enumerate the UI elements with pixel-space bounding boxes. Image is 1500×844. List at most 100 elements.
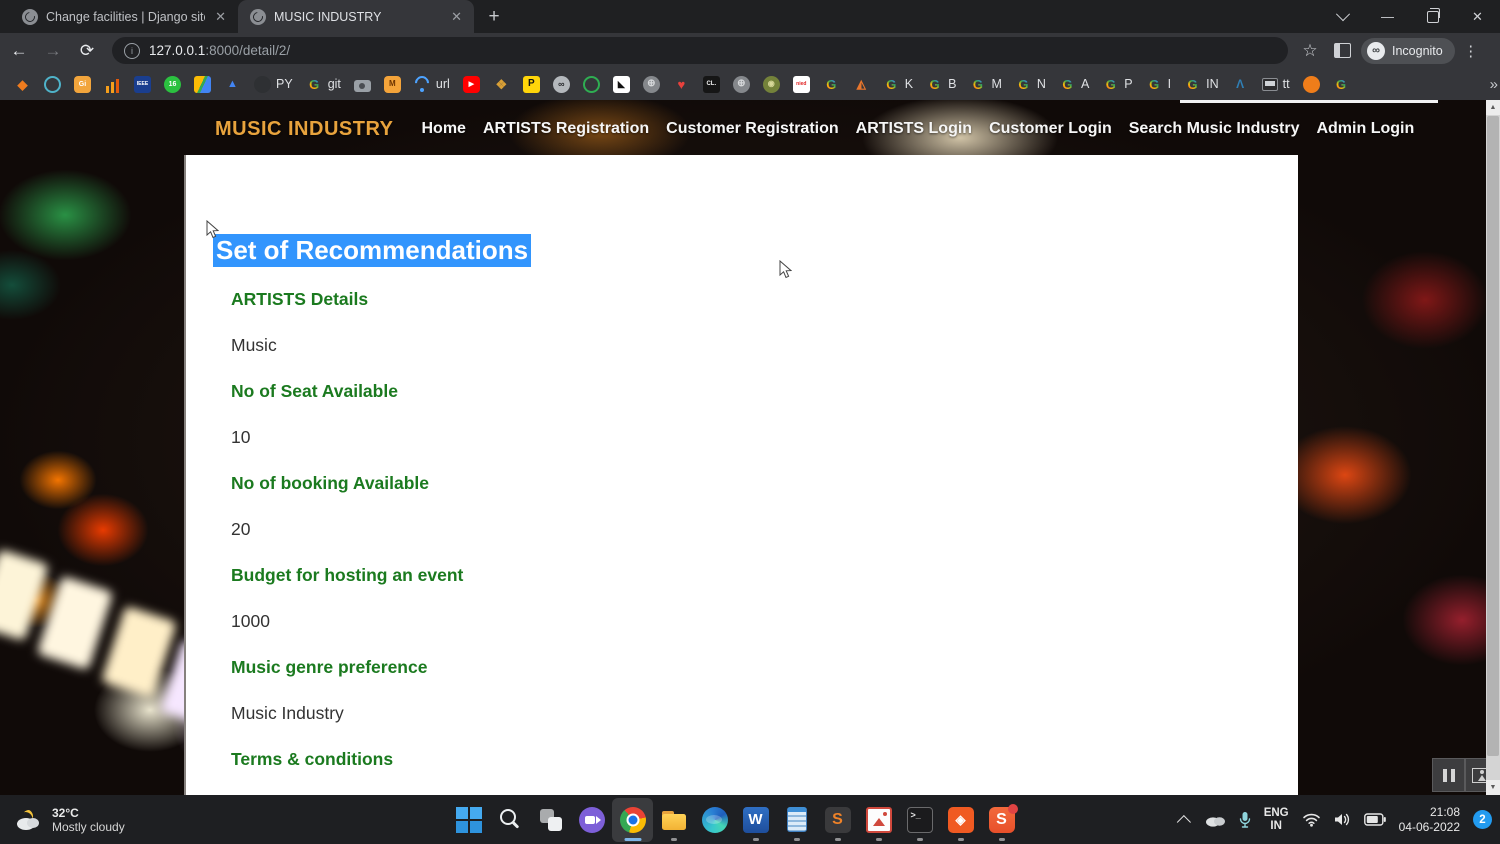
tab-django-admin[interactable]: Change facilities | Django site ad ✕ <box>10 0 238 33</box>
terminal-button[interactable]: >_ <box>899 798 940 842</box>
reload-button[interactable]: ⟳ <box>72 36 102 66</box>
bookmark-item[interactable]: ◉ <box>763 76 780 93</box>
bookmark-item[interactable]: ❖ <box>493 76 510 93</box>
task-view-button[interactable] <box>530 798 571 842</box>
bookmark-item[interactable]: Gi <box>74 76 91 93</box>
bookmark-item[interactable]: ⊕ <box>733 76 750 93</box>
bookmarks-overflow-icon[interactable]: » <box>1490 76 1500 93</box>
bookmark-item[interactable]: G <box>1333 76 1350 93</box>
menu-icon[interactable]: ⋮ <box>1459 42 1483 60</box>
quick-launcher-button[interactable]: ◈ <box>940 798 981 842</box>
bookmark-item[interactable]: M <box>384 76 401 93</box>
bookmark-item[interactable]: ⊕ <box>643 76 660 93</box>
bookmark-item[interactable] <box>44 76 61 93</box>
nav-link[interactable]: ARTISTS Registration <box>483 120 649 138</box>
forward-button[interactable]: → <box>38 36 68 66</box>
bookmark-item[interactable]: ♥ <box>673 76 690 93</box>
notification-badge[interactable]: 2 <box>1473 810 1492 829</box>
nav-link[interactable]: Customer Login <box>989 120 1112 138</box>
bookmark-item[interactable]: ◣ <box>613 76 630 93</box>
search-button[interactable] <box>489 798 530 842</box>
address-bar[interactable]: i 127.0.0.1:8000/detail/2/ <box>112 37 1288 64</box>
bookmark-item[interactable]: G B <box>926 76 956 93</box>
bookmark-item[interactable]: G git <box>306 76 341 93</box>
file-explorer-button[interactable] <box>653 798 694 842</box>
bookmark-item[interactable]: IEEE <box>134 76 151 93</box>
bookmark-item[interactable]: PY <box>254 76 293 93</box>
bookmark-item[interactable]: G I <box>1146 76 1171 93</box>
word-button[interactable]: W <box>735 798 776 842</box>
sublime-text-button[interactable]: S <box>817 798 858 842</box>
tab-search-chevron-icon[interactable] <box>1320 0 1365 33</box>
nav-link[interactable]: Admin Login <box>1316 120 1414 138</box>
site-info-icon[interactable]: i <box>124 43 140 59</box>
nav-link[interactable]: Customer Registration <box>666 120 838 138</box>
nav-link[interactable]: ARTISTS Login <box>856 120 972 138</box>
bookmark-item[interactable]: url <box>414 76 450 93</box>
bookmark-item[interactable]: ◭ <box>853 76 870 93</box>
py-site-icon <box>254 76 271 93</box>
microphone-icon[interactable] <box>1239 811 1251 829</box>
scroll-thumb[interactable] <box>1487 116 1499 756</box>
tray-chevron-icon[interactable] <box>1176 815 1190 829</box>
tab-music-industry[interactable]: MUSIC INDUSTRY ✕ <box>238 0 474 33</box>
bookmark-item[interactable]: G N <box>1015 76 1046 93</box>
pause-recording-button[interactable] <box>1432 758 1465 792</box>
close-button[interactable]: ✕ <box>1455 0 1500 33</box>
image-viewer-button[interactable] <box>858 798 899 842</box>
bookmark-item[interactable]: tt <box>1262 77 1290 91</box>
content-row: ARTISTS Details <box>231 276 463 322</box>
bookmark-item[interactable] <box>583 76 600 93</box>
bookmark-item[interactable] <box>1303 76 1320 93</box>
edge-button[interactable] <box>694 798 735 842</box>
bookmark-item[interactable]: ▲ <box>224 76 241 93</box>
bookmark-star-icon[interactable]: ☆ <box>1296 41 1324 61</box>
onedrive-cloud-icon[interactable] <box>1204 813 1226 827</box>
notepad-button[interactable] <box>776 798 817 842</box>
bookmark-item[interactable]: ∞ <box>553 76 570 93</box>
bookmark-item[interactable]: G <box>823 76 840 93</box>
bookmark-item[interactable]: G M <box>969 76 1001 93</box>
chrome-button[interactable] <box>612 798 653 842</box>
bookmark-item[interactable] <box>194 76 211 93</box>
side-panel-icon[interactable] <box>1334 43 1351 58</box>
new-tab-button[interactable]: + <box>480 3 508 31</box>
bookmark-item[interactable]: 16 <box>164 76 181 93</box>
mouse-cursor <box>206 220 219 239</box>
bookmark-item[interactable]: P <box>523 76 540 93</box>
content-row: 10 <box>231 414 463 460</box>
bookmark-item[interactable] <box>104 76 121 93</box>
language-indicator[interactable]: ENG IN <box>1264 807 1289 833</box>
bookmark-item[interactable]: G A <box>1059 76 1089 93</box>
minimize-button[interactable]: — <box>1365 0 1410 33</box>
back-button[interactable]: ← <box>4 36 34 66</box>
maximize-button[interactable] <box>1410 0 1455 33</box>
chat-app-button[interactable] <box>571 798 612 842</box>
content-row: Terms & conditions <box>231 736 463 782</box>
clock[interactable]: 21:08 04-06-2022 <box>1399 805 1460 835</box>
bookmark-item[interactable]: Λ <box>1232 76 1249 93</box>
bookmark-item[interactable]: ▶ <box>463 76 480 93</box>
globe-favicon-icon <box>250 9 266 25</box>
scrollbar[interactable]: ▲ ▼ <box>1486 100 1500 795</box>
bookmark-item[interactable]: CL. <box>703 76 720 93</box>
scroll-up-icon[interactable]: ▲ <box>1486 100 1500 115</box>
url-path: :8000/detail/2/ <box>205 43 290 58</box>
nav-link[interactable]: Search Music Industry <box>1129 120 1300 138</box>
tab-close-icon[interactable]: ✕ <box>213 9 228 25</box>
wifi-icon[interactable] <box>1302 812 1321 827</box>
start-button[interactable] <box>448 798 489 842</box>
battery-icon[interactable] <box>1364 813 1386 826</box>
scroll-down-icon[interactable]: ▼ <box>1486 780 1500 795</box>
weather-widget[interactable]: 32°C Mostly cloudy <box>13 806 125 834</box>
bookmark-item[interactable]: G K <box>883 76 913 93</box>
bookmark-item[interactable] <box>354 77 371 92</box>
bookmark-item[interactable]: nied <box>793 76 810 93</box>
bookmark-item[interactable]: ◆ <box>14 76 31 93</box>
bookmark-item[interactable]: G IN <box>1184 76 1219 93</box>
nav-link[interactable]: Home <box>421 120 465 138</box>
screenpresso-button[interactable]: S <box>981 798 1022 842</box>
tab-close-icon[interactable]: ✕ <box>449 9 464 25</box>
bookmark-item[interactable]: G P <box>1102 76 1132 93</box>
volume-icon[interactable] <box>1334 812 1351 827</box>
